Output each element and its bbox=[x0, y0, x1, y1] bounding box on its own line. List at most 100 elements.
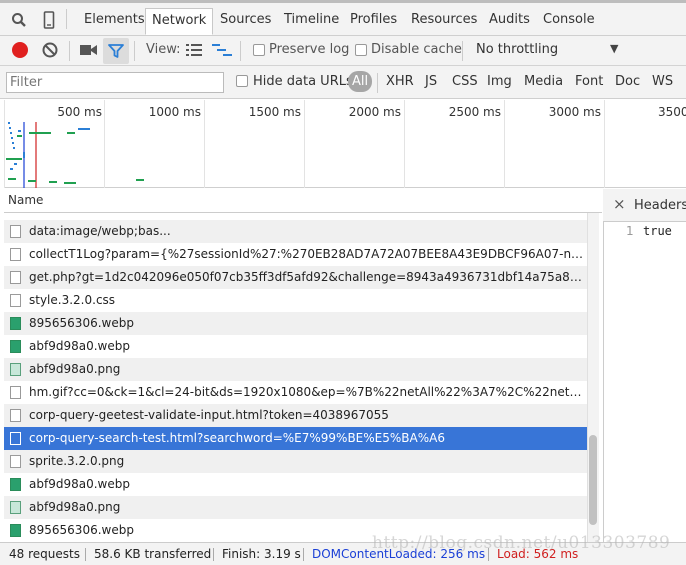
request-name: data:image/webp;bas... bbox=[29, 224, 171, 238]
tab-headers[interactable]: Headers bbox=[634, 198, 686, 213]
toolbar-separator bbox=[462, 41, 463, 61]
document-icon bbox=[10, 248, 21, 261]
overview-waterfall-bars bbox=[6, 122, 144, 188]
filter-bar: Hide data URLs All XHR JS CSS Img Media … bbox=[0, 66, 686, 99]
dropdown-arrow-icon: ▼ bbox=[610, 42, 619, 55]
status-separator bbox=[85, 548, 86, 561]
name-column-header: Name bbox=[8, 193, 44, 207]
request-name: 895656306.webp bbox=[29, 316, 134, 330]
capture-screenshots-icon[interactable] bbox=[80, 44, 98, 59]
filter-input[interactable] bbox=[6, 72, 224, 93]
filter-separator bbox=[377, 73, 378, 93]
request-name: abf9d98a0.webp bbox=[29, 477, 130, 491]
tab-profiles[interactable]: Profiles bbox=[344, 8, 403, 34]
preserve-log-checkbox[interactable] bbox=[253, 44, 265, 56]
request-details-panel bbox=[603, 189, 686, 542]
request-row[interactable]: sprite.3.2.0.png bbox=[4, 450, 587, 473]
stylesheet-icon bbox=[10, 294, 21, 307]
request-row[interactable]: get.php?gt=1d2c042096e050f07cb35ff3df5af… bbox=[4, 266, 587, 289]
request-name: hm.gif?cc=0&ck=1&cl=24-bit&ds=1920x1080&… bbox=[29, 385, 585, 399]
disable-cache-label: Disable cache bbox=[371, 42, 462, 57]
image-icon bbox=[10, 317, 21, 330]
preserve-log-label: Preserve log bbox=[269, 42, 350, 57]
request-row[interactable]: abf9d98a0.webp bbox=[4, 473, 587, 496]
filter-type-all[interactable]: All bbox=[348, 71, 372, 92]
overview-gridline bbox=[304, 100, 305, 188]
overview-gridline bbox=[504, 100, 505, 188]
hide-data-urls-checkbox[interactable] bbox=[236, 75, 248, 87]
request-name: corp-query-geetest-validate-input.html?t… bbox=[29, 408, 389, 422]
request-name: abf9d98a0.webp bbox=[29, 339, 130, 353]
timeline-overview[interactable]: 500 ms 1000 ms 1500 ms 2000 ms 2500 ms 3… bbox=[4, 100, 686, 188]
filter-type-css[interactable]: CSS bbox=[452, 74, 478, 89]
request-row[interactable]: hm.gif?cc=0&ck=1&cl=24-bit&ds=1920x1080&… bbox=[4, 381, 587, 404]
request-name: abf9d98a0.png bbox=[29, 362, 121, 376]
line-number: 1 bbox=[626, 224, 634, 238]
watermark-text: http://blog.csdn.net/u013303789 bbox=[372, 533, 671, 553]
tab-timeline[interactable]: Timeline bbox=[278, 8, 345, 34]
document-icon bbox=[10, 432, 21, 445]
status-separator bbox=[213, 548, 214, 561]
overview-tick: 3500 bbox=[658, 105, 686, 119]
stylesheet-icon bbox=[10, 455, 21, 468]
scrollbar-thumb[interactable] bbox=[589, 435, 597, 525]
request-row[interactable]: style.3.2.0.css bbox=[4, 289, 587, 312]
request-row[interactable]: 895656306.webp bbox=[4, 312, 587, 335]
filter-toggle-button[interactable] bbox=[103, 38, 129, 64]
response-value: true bbox=[643, 224, 672, 238]
image-icon bbox=[10, 524, 21, 537]
tab-network[interactable]: Network bbox=[145, 8, 214, 35]
list-header[interactable]: Name bbox=[4, 189, 602, 213]
transferred-size: 58.6 KB transferred bbox=[94, 547, 212, 561]
clear-icon[interactable] bbox=[41, 41, 59, 62]
filter-type-xhr[interactable]: XHR bbox=[386, 74, 414, 89]
filter-type-doc[interactable]: Doc bbox=[615, 74, 640, 89]
request-row[interactable]: abf9d98a0.png bbox=[4, 358, 587, 381]
tab-sources[interactable]: Sources bbox=[214, 8, 277, 34]
large-rows-icon[interactable] bbox=[186, 43, 202, 60]
record-icon[interactable] bbox=[12, 42, 28, 58]
tab-elements[interactable]: Elements bbox=[78, 8, 151, 34]
network-toolbar: View: Preserve log Disable cache No thro… bbox=[0, 36, 686, 66]
inspect-search-icon[interactable] bbox=[8, 9, 30, 31]
image-icon bbox=[10, 363, 21, 376]
details-tab-bar: × Headers bbox=[603, 189, 686, 222]
tab-audits[interactable]: Audits bbox=[483, 8, 536, 34]
device-mode-icon[interactable] bbox=[38, 9, 60, 31]
filter-type-ws[interactable]: WS bbox=[652, 74, 673, 89]
image-icon bbox=[10, 501, 21, 514]
waterfall-overview-icon[interactable] bbox=[212, 43, 232, 60]
tab-resources[interactable]: Resources bbox=[405, 8, 483, 34]
close-details-icon[interactable]: × bbox=[613, 195, 626, 213]
overview-tick: 1500 ms bbox=[248, 105, 301, 119]
image-icon bbox=[10, 478, 21, 491]
image-icon bbox=[10, 340, 21, 353]
finish-time: Finish: 3.19 s bbox=[222, 547, 301, 561]
request-row[interactable]: abf9d98a0.webp bbox=[4, 335, 587, 358]
throttling-select[interactable]: No throttling ▼ bbox=[468, 38, 628, 63]
tab-console[interactable]: Console bbox=[537, 8, 601, 34]
overview-gridline bbox=[404, 100, 405, 188]
request-name: collectT1Log?param={%27sessionId%27:%270… bbox=[29, 247, 585, 261]
request-row[interactable]: collectT1Log?param={%27sessionId%27:%270… bbox=[4, 243, 587, 266]
disable-cache-checkbox[interactable] bbox=[355, 44, 367, 56]
filter-type-media[interactable]: Media bbox=[524, 74, 563, 89]
request-row[interactable]: corp-query-geetest-validate-input.html?t… bbox=[4, 404, 587, 427]
request-row[interactable]: abf9d98a0.png bbox=[4, 496, 587, 519]
toolbar-separator bbox=[69, 41, 70, 61]
devtools-tab-bar: Elements Network Sources Timeline Profil… bbox=[0, 0, 686, 36]
overview-tick: 2000 ms bbox=[348, 105, 401, 119]
request-name: abf9d98a0.png bbox=[29, 500, 121, 514]
request-count: 48 requests bbox=[9, 547, 80, 561]
tab-separator bbox=[66, 9, 67, 29]
toolbar-separator bbox=[240, 41, 241, 61]
filter-type-img[interactable]: Img bbox=[487, 74, 512, 89]
request-row[interactable]: data:image/webp;bas... bbox=[4, 220, 587, 243]
overview-tick: 2500 ms bbox=[448, 105, 501, 119]
request-row[interactable]: corp-query-search-test.html?searchword=%… bbox=[4, 427, 587, 450]
request-name: corp-query-search-test.html?searchword=%… bbox=[29, 431, 445, 445]
filter-type-font[interactable]: Font bbox=[575, 74, 603, 89]
filter-type-js[interactable]: JS bbox=[425, 74, 437, 89]
request-name: sprite.3.2.0.png bbox=[29, 454, 125, 468]
document-icon bbox=[10, 271, 21, 284]
